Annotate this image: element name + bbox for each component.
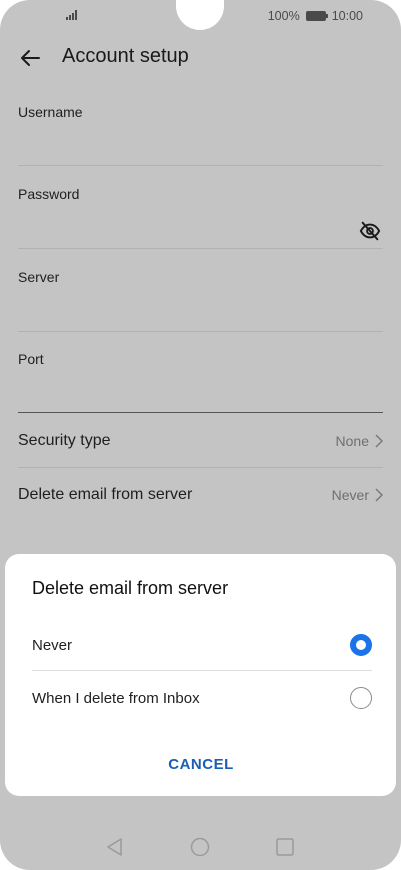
nav-back-icon[interactable] bbox=[104, 836, 126, 858]
chevron-right-icon bbox=[375, 434, 383, 448]
signal-icon bbox=[66, 10, 77, 20]
security-type-value: None bbox=[335, 433, 369, 449]
server-label: Server bbox=[18, 269, 60, 285]
cancel-button[interactable]: CANCEL bbox=[145, 750, 257, 780]
app-bar: Account setup bbox=[0, 40, 401, 76]
username-divider bbox=[18, 165, 383, 166]
clock: 10:00 bbox=[331, 9, 363, 23]
server-field[interactable]: Server bbox=[18, 269, 383, 329]
dialog-title: Delete email from server bbox=[32, 578, 229, 598]
delete-email-dialog: Delete email from server Never When I de… bbox=[5, 554, 396, 796]
delete-email-label: Delete email from server bbox=[18, 486, 193, 503]
port-label: Port bbox=[18, 351, 44, 367]
security-divider bbox=[18, 467, 383, 468]
username-label: Username bbox=[18, 104, 83, 120]
security-type-label: Security type bbox=[18, 432, 111, 449]
navigation-bar bbox=[0, 830, 401, 864]
phone-screen: 100% 10:00 Account setup Username Passwo… bbox=[0, 0, 401, 870]
port-field[interactable]: Port bbox=[18, 351, 383, 411]
dialog-divider bbox=[32, 670, 372, 671]
option-never[interactable]: Never bbox=[32, 625, 372, 665]
battery-icon bbox=[305, 11, 328, 21]
delete-email-value-group: Never bbox=[332, 487, 383, 503]
port-divider bbox=[18, 412, 383, 413]
battery-percent: 100% bbox=[267, 9, 300, 23]
security-type-value-group: None bbox=[336, 433, 383, 449]
status-bar: 100% 10:00 bbox=[0, 7, 401, 25]
server-divider bbox=[18, 331, 383, 332]
password-label: Password bbox=[18, 186, 80, 202]
page-title: Account setup bbox=[62, 45, 189, 67]
radio-unselected-icon[interactable] bbox=[350, 687, 372, 709]
option-inbox-label: When I delete from Inbox bbox=[32, 689, 200, 707]
nav-recents-icon[interactable] bbox=[274, 836, 296, 858]
username-field[interactable]: Username bbox=[18, 104, 383, 164]
nav-home-icon[interactable] bbox=[189, 836, 211, 858]
visibility-off-icon[interactable] bbox=[359, 220, 381, 242]
password-divider bbox=[18, 248, 383, 249]
radio-selected-icon[interactable] bbox=[350, 634, 372, 656]
option-when-delete-from-inbox[interactable]: When I delete from Inbox bbox=[32, 678, 372, 718]
chevron-right-icon bbox=[375, 488, 383, 502]
option-never-label: Never bbox=[32, 636, 73, 654]
back-arrow-icon[interactable] bbox=[18, 46, 42, 70]
delete-email-value: Never bbox=[331, 487, 369, 503]
password-field[interactable]: Password bbox=[18, 186, 383, 246]
security-type-row[interactable]: Security type None bbox=[18, 426, 383, 456]
delete-email-row[interactable]: Delete email from server Never bbox=[18, 480, 383, 510]
